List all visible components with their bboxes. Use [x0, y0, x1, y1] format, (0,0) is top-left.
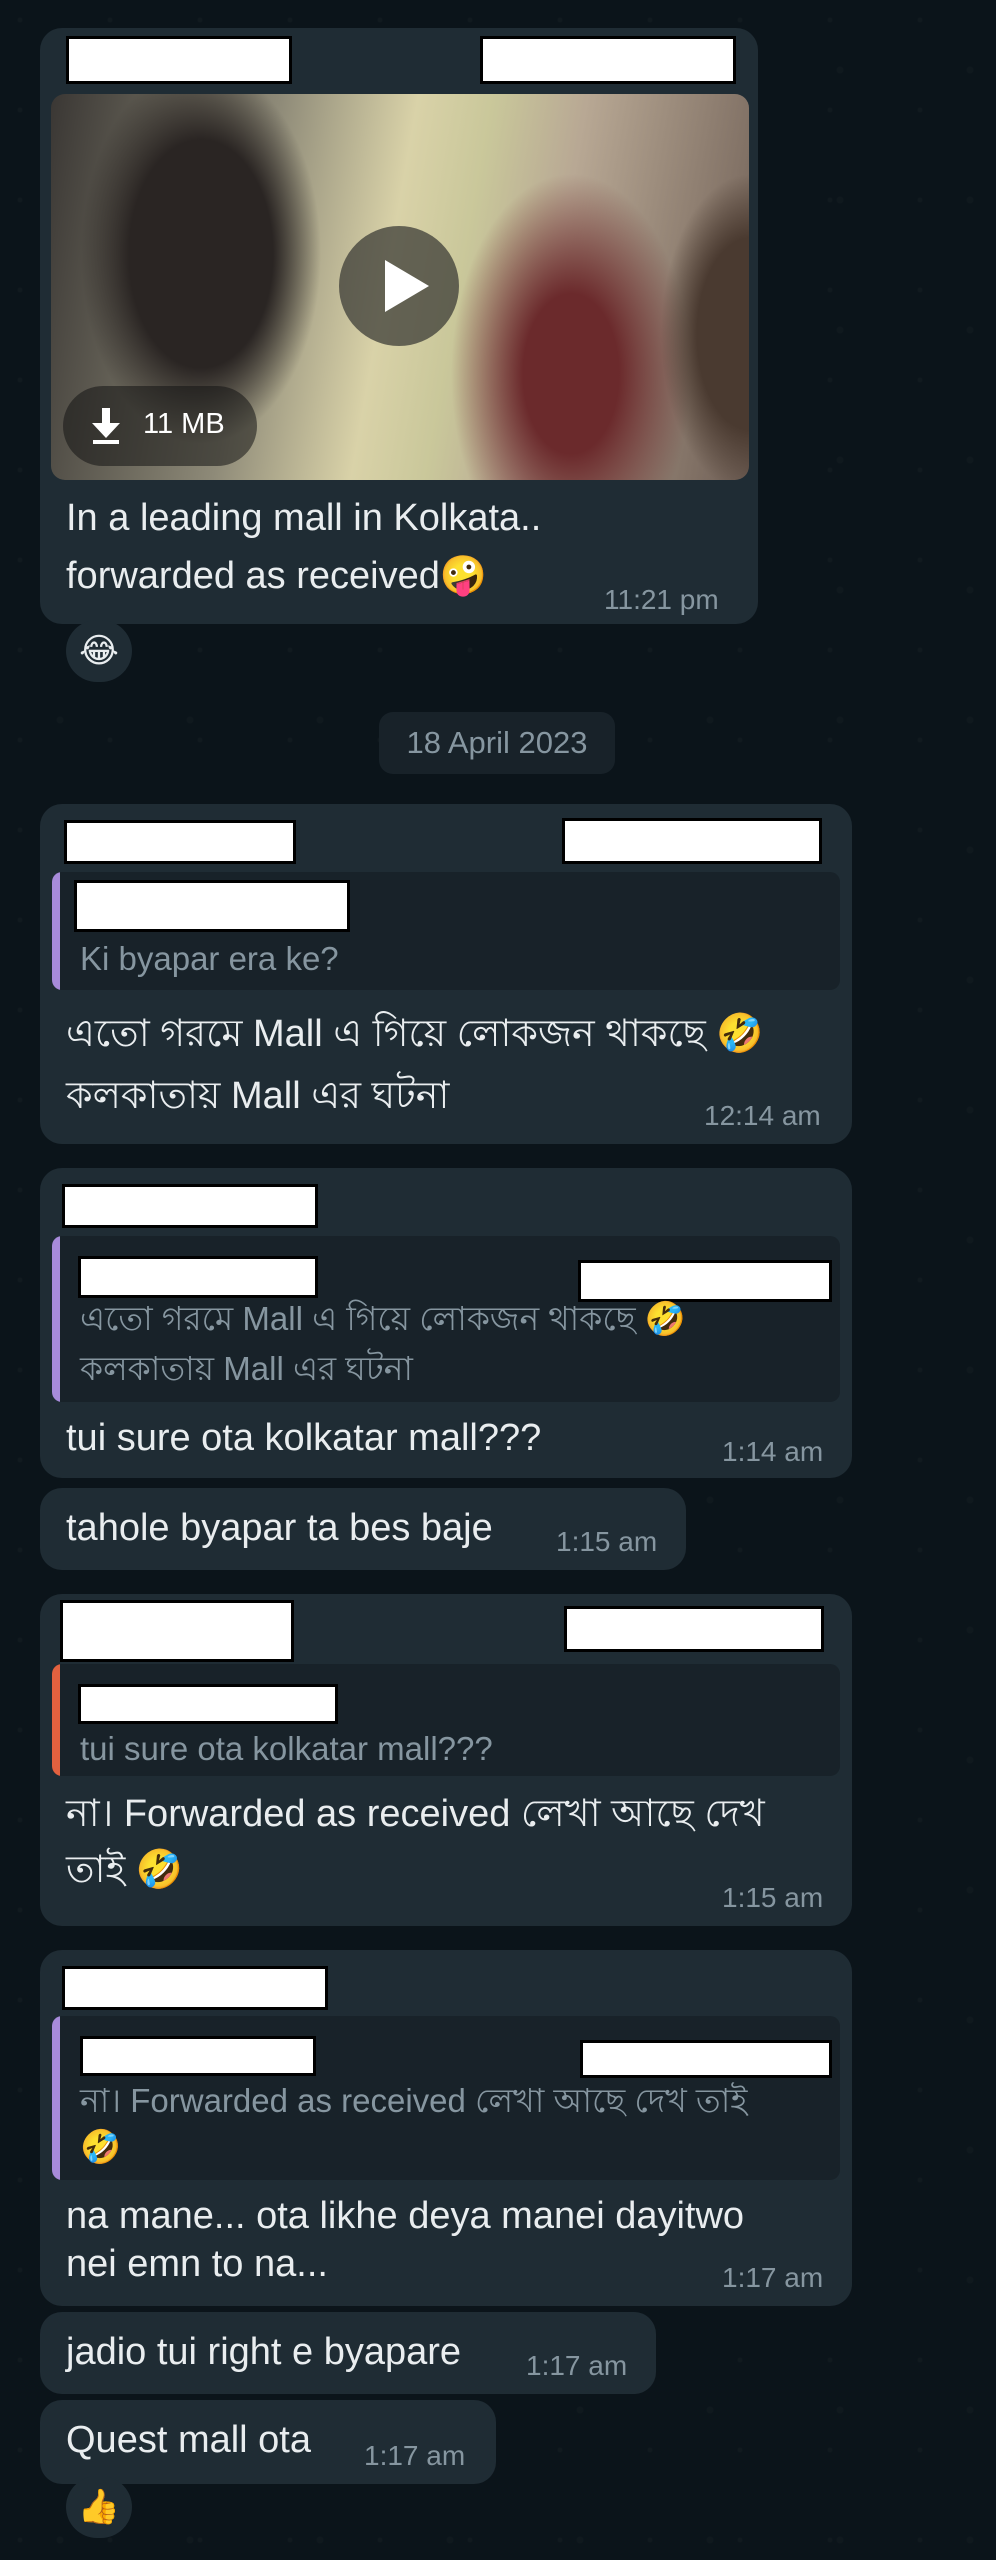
redacted-sender-phone: [562, 818, 822, 864]
message-line2: তাই 🤣: [66, 1849, 184, 1891]
message-line2: কলকাতায় Mall এর ঘটনা: [66, 1075, 450, 1117]
redacted-sender-name: [62, 1966, 328, 2010]
video-caption-line1: In a leading mall in Kolkata..: [66, 497, 542, 539]
zany-face-emoji: 🤪: [439, 555, 488, 597]
redacted-quoted-sender: [80, 2036, 316, 2076]
date-divider: 18 April 2023: [379, 712, 615, 774]
redacted-sender-name: [62, 1184, 318, 1228]
rolling-laughing-emoji: 🤣: [644, 1300, 686, 1337]
message-time: 1:15 am: [556, 1526, 658, 1557]
message-line1: tui sure ota kolkatar mall???: [66, 1417, 542, 1459]
redacted-sender-name: [66, 36, 292, 84]
message-line2: nei emn to na...: [66, 2243, 328, 2285]
quoted-text: Ki byapar era ke?: [80, 940, 339, 977]
rolling-laughing-emoji: 🤣: [135, 1849, 184, 1891]
message-time: 12:14 am: [704, 1100, 821, 1131]
quoted-text-line1: না। Forwarded as received লেখা আছে দেখ ত…: [80, 2082, 748, 2119]
message-time: 1:14 am: [722, 1436, 824, 1467]
message-time: 11:21 pm: [604, 584, 719, 615]
redacted-sender-name: [64, 820, 296, 864]
message-line1: না। Forwarded as received লেখা আছে দেখ: [66, 1793, 765, 1835]
quote-accent-bar: [52, 2016, 60, 2180]
message-line1: jadio tui right e byapare: [66, 2331, 462, 2373]
redacted-quoted-sender: [78, 1256, 318, 1298]
quoted-text-line2: কলকাতায় Mall এর ঘটনা: [80, 1350, 414, 1387]
message-time: 1:17 am: [722, 2262, 824, 2293]
quoted-text: tui sure ota kolkatar mall???: [80, 1730, 493, 1767]
redacted-quoted-phone: [580, 2040, 832, 2078]
quote-accent-bar: [52, 1664, 60, 1776]
redacted-sender-name: [60, 1600, 294, 1662]
rolling-laughing-emoji: 🤣: [80, 2128, 122, 2165]
message-line1: tahole byapar ta bes baje: [66, 1507, 493, 1549]
quoted-text-line1: এতো গরমে Mall এ গিয়ে লোকজন থাকছে 🤣: [80, 1300, 686, 1337]
quoted-message[interactable]: Ki byapar era ke?: [52, 872, 840, 990]
quote-accent-bar: [52, 1236, 60, 1402]
message-line1: Quest mall ota: [66, 2419, 311, 2461]
quoted-message[interactable]: tui sure ota kolkatar mall???: [52, 1664, 840, 1776]
quoted-message[interactable]: না। Forwarded as received লেখা আছে দেখ ত…: [52, 2016, 840, 2180]
redacted-quoted-sender: [74, 880, 350, 932]
redacted-sender-phone: [564, 1606, 824, 1652]
message-time: 1:17 am: [526, 2350, 628, 2381]
redacted-sender-phone: [480, 36, 736, 84]
download-icon: [92, 408, 120, 444]
video-thumbnail[interactable]: 11 MB: [51, 94, 749, 480]
redacted-quoted-sender: [78, 1684, 338, 1724]
file-size-label: 11 MB: [143, 408, 225, 440]
reaction-badge[interactable]: 👍: [66, 2476, 132, 2538]
message-time: 1:15 am: [722, 1882, 824, 1913]
video-caption-line2: forwarded as received🤪: [66, 555, 488, 597]
quoted-message[interactable]: এতো গরমে Mall এ গিয়ে লোকজন থাকছে 🤣 কলকা…: [52, 1236, 840, 1402]
message-time: 1:17 am: [364, 2440, 466, 2471]
play-icon[interactable]: [339, 226, 459, 346]
message-line1: এতো গরমে Mall এ গিয়ে লোকজন থাকছে 🤣: [66, 1013, 764, 1055]
quote-accent-bar: [52, 872, 60, 990]
rolling-laughing-emoji: 🤣: [716, 1013, 764, 1055]
reaction-badge[interactable]: 😂: [66, 620, 132, 682]
download-button[interactable]: 11 MB: [63, 386, 257, 466]
